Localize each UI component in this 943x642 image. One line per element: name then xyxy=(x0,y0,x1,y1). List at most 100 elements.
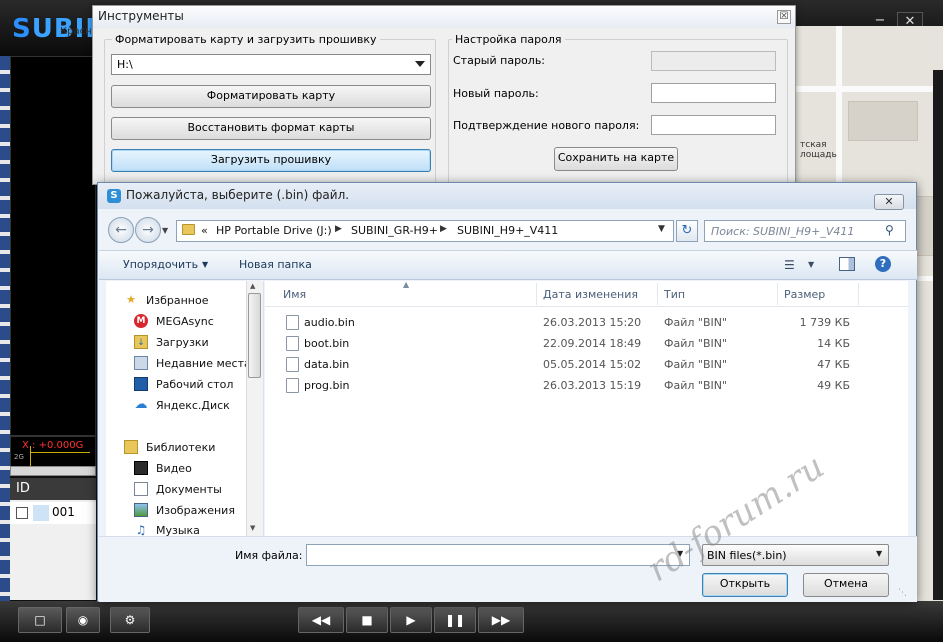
breadcrumb-drive[interactable]: HP Portable Drive (J:) xyxy=(216,224,332,237)
stop-icon[interactable]: ■ xyxy=(346,607,388,633)
chevron-down-icon[interactable]: ▼ xyxy=(202,260,208,269)
file-icon xyxy=(286,315,299,330)
column-divider[interactable] xyxy=(777,283,778,305)
search-input[interactable]: Поиск: SUBINI_H9+_V411 xyxy=(704,220,906,242)
preview-pane-icon[interactable] xyxy=(839,257,855,271)
nav-music[interactable]: Музыка xyxy=(156,524,200,536)
column-type[interactable]: Тип xyxy=(664,288,685,301)
nav-scroll-thumb[interactable] xyxy=(248,293,261,378)
column-date[interactable]: Дата изменения xyxy=(543,288,638,301)
chevron-down-icon[interactable]: ▼ xyxy=(808,260,814,269)
breadcrumb-folder[interactable]: SUBINI_GR-H9+ xyxy=(351,224,438,237)
column-name[interactable]: Имя xyxy=(283,288,306,301)
column-size[interactable]: Размер xyxy=(784,288,825,301)
play-icon[interactable]: ▶ xyxy=(390,607,432,633)
nav-megasync[interactable]: MEGAsync xyxy=(156,315,214,328)
history-dropdown-icon[interactable]: ▼ xyxy=(162,226,168,235)
pause-icon[interactable]: ❚❚ xyxy=(434,607,476,633)
column-divider[interactable] xyxy=(858,283,859,305)
file-type-filter[interactable]: BIN files(*.bin) xyxy=(702,544,889,566)
folder-icon[interactable]: □ xyxy=(18,607,62,633)
app-icon: S xyxy=(107,189,121,203)
nav-yandex-disk[interactable]: Яндекс.Диск xyxy=(156,399,230,412)
documents-icon xyxy=(134,482,148,496)
dialog-close-button[interactable]: ✕ xyxy=(874,194,904,210)
file-icon xyxy=(286,336,299,351)
file-size: 1 739 КБ xyxy=(799,316,850,329)
file-date: 26.03.2013 15:19 xyxy=(543,379,642,392)
open-file-dialog: Пожалуйста, выберите (.bin) файл. S ✕ ← … xyxy=(97,182,917,602)
save-to-card-button[interactable]: Сохранить на карте xyxy=(554,147,678,171)
nav-downloads[interactable]: Загрузки xyxy=(156,336,209,349)
file-type: Файл "BIN" xyxy=(664,316,728,329)
forward-button[interactable]: → xyxy=(135,217,161,243)
scroll-up-icon[interactable]: ▲ xyxy=(250,282,255,290)
file-type: Файл "BIN" xyxy=(664,379,728,392)
downloads-icon: ↓ xyxy=(134,335,148,349)
breadcrumb-separator-icon[interactable]: ▶ xyxy=(335,224,342,234)
rewind-icon[interactable]: ◀◀ xyxy=(298,607,344,633)
open-button[interactable]: Открыть xyxy=(702,573,788,597)
star-icon: ★ xyxy=(126,293,136,306)
tools-close-button[interactable]: ☒ xyxy=(777,10,791,24)
address-dropdown-icon[interactable]: ▼ xyxy=(658,224,665,234)
file-size: 49 КБ xyxy=(817,379,850,392)
column-divider[interactable] xyxy=(536,283,537,305)
confirm-password-label: Подтверждение нового пароля: xyxy=(453,119,640,132)
breadcrumb-current[interactable]: SUBINI_H9+_V411 xyxy=(457,224,558,237)
file-name[interactable]: audio.bin xyxy=(304,316,355,329)
restore-format-button[interactable]: Восстановить формат карты xyxy=(111,117,431,140)
file-size: 14 КБ xyxy=(817,337,850,350)
format-card-button[interactable]: Форматировать карту xyxy=(111,85,431,108)
settings-icon[interactable]: ⚙ xyxy=(110,607,150,633)
scroll-down-icon[interactable]: ▼ xyxy=(250,524,255,532)
breadcrumb-overflow[interactable]: « xyxy=(201,224,208,237)
organize-button[interactable]: Упорядочить xyxy=(123,258,198,271)
timeline-scrollbar[interactable] xyxy=(10,466,96,476)
drive-select[interactable]: H:\ xyxy=(111,54,431,75)
dialog-title: Пожалуйста, выберите (.bin) файл. xyxy=(98,183,916,209)
nav-desktop[interactable]: Рабочий стол xyxy=(156,378,233,391)
cancel-button[interactable]: Отмена xyxy=(803,573,889,597)
new-folder-button[interactable]: Новая папка xyxy=(239,258,312,271)
search-icon[interactable]: ⚲ xyxy=(885,223,894,237)
column-divider[interactable] xyxy=(657,283,658,305)
file-type: Файл "BIN" xyxy=(664,337,728,350)
nav-recent[interactable]: Недавние места xyxy=(156,357,251,370)
file-name[interactable]: boot.bin xyxy=(304,337,349,350)
filename-input[interactable] xyxy=(306,544,690,566)
confirm-password-field[interactable] xyxy=(651,115,776,135)
new-password-field[interactable] xyxy=(651,83,776,103)
id-column-header[interactable]: ID xyxy=(10,478,96,500)
row-checkbox[interactable] xyxy=(16,507,28,519)
nav-images[interactable]: Изображения xyxy=(156,504,235,517)
nav-favorites[interactable]: Избранное xyxy=(146,294,208,307)
camera-icon[interactable]: ◉ xyxy=(66,607,100,633)
yandex-disk-icon: ☁ xyxy=(134,397,148,412)
nav-libraries[interactable]: Библиотеки xyxy=(146,441,215,454)
images-icon xyxy=(134,503,148,517)
filename-label: Имя файла: xyxy=(235,549,303,562)
nav-documents[interactable]: Документы xyxy=(156,483,222,496)
chevron-down-icon xyxy=(415,61,425,67)
file-icon xyxy=(286,378,299,393)
breadcrumb-separator-icon[interactable]: ▶ xyxy=(440,224,447,234)
logo-s: S xyxy=(12,14,32,44)
upload-firmware-button[interactable]: Загрузить прошивку xyxy=(111,149,431,172)
map-label-square: тская лощадь xyxy=(800,140,837,160)
resize-grip-icon[interactable]: ⋱ xyxy=(898,588,907,598)
graph-tick: 2G xyxy=(14,453,24,461)
file-name[interactable]: prog.bin xyxy=(304,379,349,392)
file-name[interactable]: data.bin xyxy=(304,358,349,371)
video-icon xyxy=(134,461,148,475)
format-group-label: Форматировать карту и загрузить прошивку xyxy=(112,33,380,46)
chevron-down-icon[interactable]: ▼ xyxy=(876,549,882,558)
file-date: 05.05.2014 15:02 xyxy=(543,358,642,371)
libraries-icon xyxy=(124,440,138,454)
back-button[interactable]: ← xyxy=(108,217,134,243)
nav-video[interactable]: Видео xyxy=(156,462,192,475)
help-icon[interactable]: ? xyxy=(875,256,891,272)
view-mode-icon[interactable]: ☰ xyxy=(784,258,795,272)
forward-icon[interactable]: ▶▶ xyxy=(478,607,524,633)
refresh-icon[interactable]: ↻ xyxy=(676,220,698,242)
